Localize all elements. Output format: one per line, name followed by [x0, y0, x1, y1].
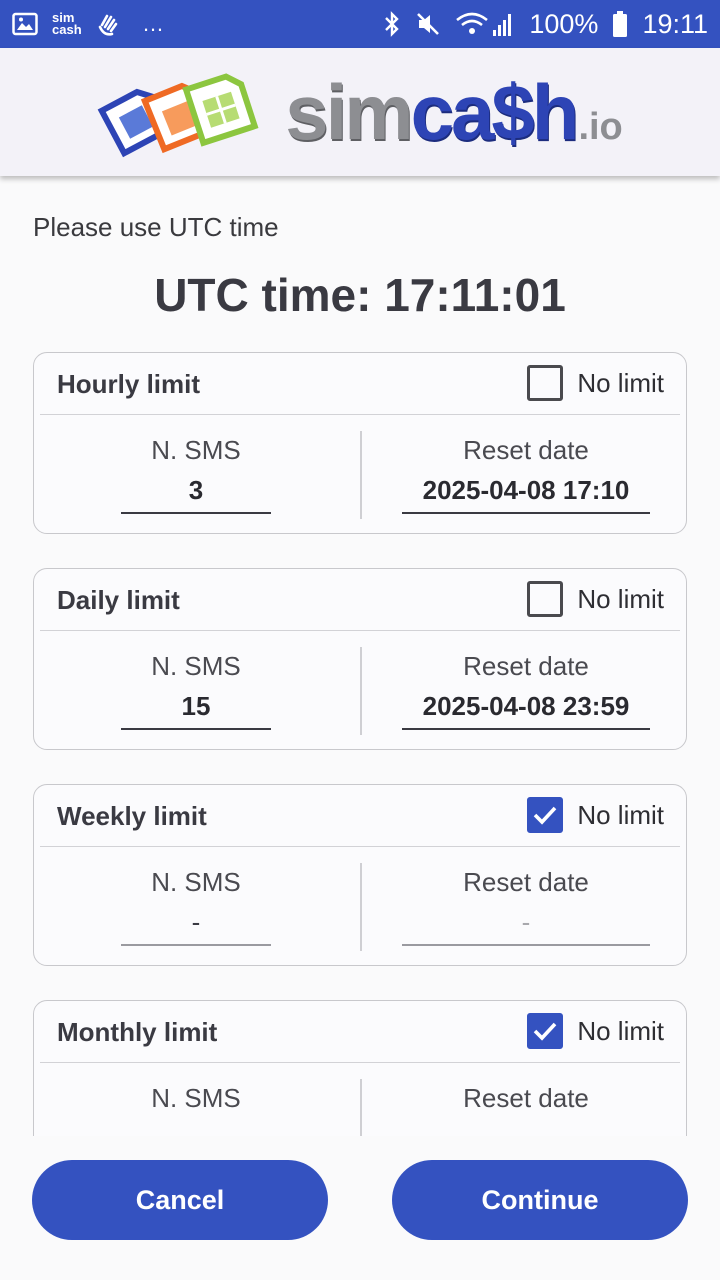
no-limit-toggle[interactable]: No limit: [527, 581, 664, 617]
sms-label: N. SMS: [151, 435, 241, 465]
daily-limit-card: Daily limit No limit N. SMS 15 Reset dat…: [33, 568, 687, 750]
more-notifications-icon: …: [142, 11, 166, 36]
card-title: Weekly limit: [57, 801, 207, 831]
no-limit-checkbox[interactable]: [527, 365, 564, 401]
reset-date-label: Reset date: [463, 867, 589, 897]
reset-date-label: Reset date: [463, 435, 589, 465]
utc-hint: Please use UTC time: [33, 212, 279, 242]
sms-count-field[interactable]: 3: [121, 472, 271, 514]
card-header: Weekly limit No limit: [40, 785, 680, 847]
card-title: Hourly limit: [57, 369, 201, 399]
sms-column: N. SMS 3: [66, 435, 326, 514]
no-limit-label: No limit: [577, 799, 664, 830]
no-limit-checkbox[interactable]: [527, 1013, 564, 1049]
hourly-limit-card: Hourly limit No limit N. SMS 3 Reset dat…: [33, 352, 687, 534]
gallery-icon: [12, 12, 38, 36]
reset-date-label: Reset date: [463, 651, 589, 681]
no-limit-toggle[interactable]: No limit: [527, 365, 664, 401]
monthly-limit-card: Monthly limit No limit N. SMS - Reset da…: [33, 1000, 687, 1136]
clock: 19:11: [642, 8, 708, 39]
card-header: Daily limit No limit: [40, 569, 680, 631]
utc-time: UTC time: 17:11:01: [154, 269, 566, 321]
sms-column: N. SMS -: [66, 867, 326, 946]
bluetooth-icon: [383, 10, 401, 38]
card-header: Hourly limit No limit: [40, 353, 680, 415]
date-column: Reset date -: [396, 867, 656, 946]
sms-label: N. SMS: [151, 651, 241, 681]
column-divider: [360, 431, 362, 519]
reset-date-field[interactable]: 2025-04-08 17:10: [402, 472, 650, 514]
card-title: Monthly limit: [57, 1017, 218, 1047]
simcash-logo: sim ca$h .io: [97, 62, 623, 163]
weekly-limit-card: Weekly limit No limit N. SMS - Reset dat…: [33, 784, 687, 966]
checkmark-icon: [534, 1022, 557, 1041]
status-bar: sim cash … 100% 19:11: [0, 0, 720, 48]
no-limit-label: No limit: [577, 1015, 664, 1046]
battery-percent: 100%: [529, 8, 599, 39]
no-limit-checkbox[interactable]: [527, 797, 564, 833]
limits-content[interactable]: Please use UTC time UTC time: 17:11:01 H…: [0, 176, 720, 1136]
logo-cash-text: ca$h: [410, 67, 580, 156]
reset-date-field[interactable]: 2025-04-08 23:59: [402, 688, 650, 730]
app-header: sim ca$h .io: [0, 48, 720, 176]
no-limit-toggle[interactable]: No limit: [527, 1013, 664, 1049]
no-limit-checkbox[interactable]: [527, 581, 564, 617]
sms-count-field: -: [121, 1120, 271, 1136]
sms-column: N. SMS 15: [66, 651, 326, 730]
reset-date-label: Reset date: [463, 1083, 589, 1113]
card-header: Monthly limit No limit: [40, 1001, 680, 1063]
reset-date-field: -: [402, 1120, 650, 1136]
reset-date-field: -: [402, 904, 650, 946]
simcash-notification-icon: sim cash: [52, 10, 82, 37]
status-bar-right: 100% 19:11: [383, 9, 708, 40]
checkmark-icon: [534, 806, 557, 825]
status-bar-left: sim cash …: [12, 11, 166, 37]
logo-io-text: .io: [578, 105, 623, 148]
simcash-logo-text: sim ca$h .io: [285, 67, 623, 158]
battery-icon: [612, 10, 628, 38]
date-column: Reset date 2025-04-08 17:10: [396, 435, 656, 514]
column-divider: [360, 647, 362, 735]
cancel-button[interactable]: Cancel: [32, 1160, 328, 1240]
continue-button[interactable]: Continue: [392, 1160, 688, 1240]
sms-count-field: -: [121, 904, 271, 946]
logo-sim-text: sim: [285, 67, 413, 156]
sms-label: N. SMS: [151, 867, 241, 897]
wave-hand-icon: [96, 11, 122, 37]
column-divider: [360, 1079, 362, 1136]
sms-label: N. SMS: [151, 1083, 241, 1113]
no-limit-label: No limit: [577, 367, 664, 398]
no-limit-toggle[interactable]: No limit: [527, 797, 664, 833]
no-limit-label: No limit: [577, 583, 664, 614]
card-title: Daily limit: [57, 585, 180, 615]
date-column: Reset date 2025-04-08 23:59: [396, 651, 656, 730]
sms-column: N. SMS -: [66, 1083, 326, 1136]
sms-count-field[interactable]: 15: [121, 688, 271, 730]
sim-cards-logo-icon: [97, 62, 263, 163]
mute-icon: [415, 11, 441, 37]
date-column: Reset date -: [396, 1083, 656, 1136]
wifi-signal-icon: [455, 10, 515, 38]
column-divider: [360, 863, 362, 951]
